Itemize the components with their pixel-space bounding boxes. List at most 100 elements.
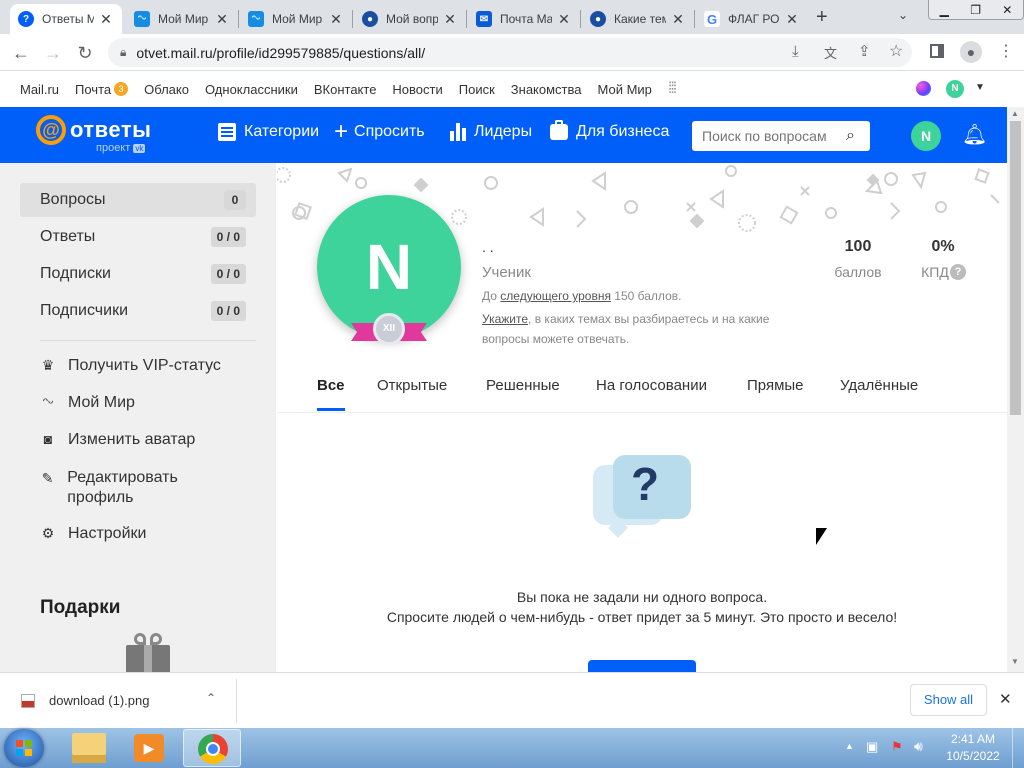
mouse-cursor-icon bbox=[816, 528, 827, 545]
portal-link-ok[interactable]: Одноклассники bbox=[205, 82, 298, 97]
sidebar-item-subscribers[interactable]: Подписчики 0 / 0 bbox=[20, 294, 256, 328]
scrollbar-thumb[interactable] bbox=[1010, 121, 1021, 415]
action-center-flag-icon[interactable]: ⚑ bbox=[891, 739, 903, 755]
tab-divider bbox=[580, 10, 581, 28]
browser-tab-flag[interactable]: G ФЛАГ РОССИИ ✕ bbox=[696, 4, 808, 34]
portal-link-dating[interactable]: Знакомства bbox=[511, 82, 582, 97]
browser-tab-kakie-temy[interactable]: ● Какие темы ✕ bbox=[582, 4, 694, 34]
file-explorer-folder-icon[interactable] bbox=[72, 733, 106, 763]
sidebar-item-answers[interactable]: Ответы 0 / 0 bbox=[20, 220, 256, 254]
tab-search-chevron-icon[interactable]: ⌄ bbox=[898, 8, 908, 22]
ask-question-button[interactable] bbox=[588, 660, 696, 672]
clock-date[interactable]: 10/5/2022 bbox=[940, 749, 1006, 763]
tab-solved[interactable]: Решенные bbox=[486, 377, 560, 394]
sidebar-item-questions[interactable]: Вопросы 0 bbox=[20, 183, 256, 217]
close-icon[interactable]: ✕ bbox=[98, 11, 114, 28]
minimize-icon[interactable]: ▁ bbox=[940, 3, 949, 17]
portal-link-search[interactable]: Поиск bbox=[459, 82, 495, 97]
sidebar-item-count: 0 bbox=[224, 190, 246, 210]
new-tab-plus-icon[interactable]: + bbox=[816, 6, 828, 29]
tab-open[interactable]: Открытые bbox=[377, 377, 447, 394]
show-desktop-button[interactable] bbox=[1012, 728, 1024, 768]
browser-tab-moi-vopros[interactable]: ● Мой вопрос ✕ bbox=[354, 4, 466, 34]
chevron-down-icon[interactable]: ▼ bbox=[975, 82, 985, 93]
translate-icon[interactable]: 文 bbox=[824, 43, 837, 62]
volume-icon[interactable]: 🔊︎ bbox=[914, 738, 923, 755]
nav-business[interactable]: Для бизнеса bbox=[550, 120, 669, 141]
show-hidden-icons-icon[interactable]: ▲ bbox=[845, 741, 854, 751]
network-icon[interactable]: ▣ bbox=[866, 739, 878, 755]
profile-icon[interactable]: ● bbox=[960, 41, 982, 63]
start-windows-icon[interactable] bbox=[4, 729, 44, 767]
specify-link[interactable]: Укажите bbox=[482, 312, 528, 326]
otvety-favicon-icon: ? bbox=[18, 11, 34, 27]
close-icon[interactable]: ✕ bbox=[999, 690, 1012, 708]
chrome-taskbar-button[interactable] bbox=[183, 729, 241, 767]
portal-link-news[interactable]: Новости bbox=[392, 82, 442, 97]
side-panel-icon[interactable] bbox=[930, 44, 944, 58]
action-settings[interactable]: ⚙ Настройки bbox=[40, 525, 147, 543]
camera-icon: ◙ bbox=[43, 431, 53, 447]
nav-label: Спросить bbox=[354, 123, 425, 140]
gift-box-icon[interactable] bbox=[126, 633, 170, 672]
browser-tab-moi-mir-2[interactable]: ᵔᵕ Мой Мир ✕ bbox=[240, 4, 352, 34]
show-all-button[interactable]: Show all bbox=[910, 684, 987, 716]
logo-text[interactable]: ответы bbox=[70, 117, 151, 143]
portal-link-moi-mir[interactable]: Мой Мир bbox=[598, 82, 652, 97]
search-input[interactable] bbox=[702, 128, 842, 144]
portal-avatar[interactable]: N bbox=[946, 80, 964, 98]
search-icon[interactable]: ⌕ bbox=[846, 127, 855, 145]
help-icon[interactable]: ? bbox=[950, 264, 966, 280]
apps-grid-icon[interactable]: ⁞⁞⁞ bbox=[668, 80, 677, 98]
back-arrow-icon[interactable]: ← bbox=[8, 40, 34, 66]
next-level-link[interactable]: следующего уровня bbox=[500, 289, 611, 303]
scroll-down-arrow-icon[interactable]: ▼ bbox=[1011, 657, 1019, 666]
bookmark-star-icon[interactable]: ☆ bbox=[889, 41, 903, 61]
menu-kebab-icon[interactable]: ⋮ bbox=[998, 41, 1014, 61]
clock-time[interactable]: 2:41 AM bbox=[940, 732, 1006, 746]
share-icon[interactable]: ⇪ bbox=[858, 42, 871, 60]
browser-tab-otvety[interactable]: ? Ответы Mail.ru ✕ bbox=[10, 4, 122, 34]
close-icon[interactable]: ✕ bbox=[670, 11, 686, 28]
install-app-icon[interactable]: ⤓ bbox=[792, 43, 799, 60]
points-value: 100 bbox=[844, 238, 872, 255]
close-window-icon[interactable]: ✕ bbox=[1002, 3, 1012, 17]
tab-all[interactable]: Все bbox=[317, 377, 345, 394]
chevron-up-icon[interactable]: ⌃ bbox=[206, 691, 216, 705]
media-player-icon[interactable]: ▶ bbox=[134, 734, 164, 762]
nav-leaders[interactable]: Лидеры bbox=[450, 123, 532, 141]
close-icon[interactable]: ✕ bbox=[214, 11, 230, 28]
marusia-assistant-icon[interactable] bbox=[916, 81, 931, 96]
close-icon[interactable]: ✕ bbox=[328, 11, 344, 28]
portal-link-vk[interactable]: ВКонтакте bbox=[314, 82, 377, 97]
header-avatar[interactable]: N bbox=[911, 121, 941, 151]
forward-arrow-icon[interactable]: → bbox=[40, 40, 66, 66]
restore-icon[interactable]: ❐ bbox=[970, 3, 981, 17]
browser-tab-pochta[interactable]: ✉ Почта Mail.ru ✕ bbox=[468, 4, 580, 34]
action-edit-profile[interactable]: ✎ Редактировать профиль bbox=[40, 468, 240, 508]
action-label: Получить VIP-статус bbox=[68, 357, 221, 374]
tab-deleted[interactable]: Удалённые bbox=[840, 377, 918, 394]
action-change-avatar[interactable]: ◙ Изменить аватар bbox=[40, 431, 196, 449]
sidebar-item-subscriptions[interactable]: Подписки 0 / 0 bbox=[20, 257, 256, 291]
scroll-up-arrow-icon[interactable]: ▲ bbox=[1011, 109, 1019, 118]
tab-direct[interactable]: Прямые bbox=[747, 377, 804, 394]
browser-tab-moi-mir[interactable]: ᵔᵕ Мой Мир ✕ bbox=[126, 4, 238, 34]
action-get-vip[interactable]: ♛ Получить VIP-статус bbox=[40, 357, 221, 375]
close-icon[interactable]: ✕ bbox=[442, 11, 458, 28]
browser-tab-strip: ? Ответы Mail.ru ✕ ᵔᵕ Мой Мир ✕ ᵔᵕ Мой М… bbox=[0, 0, 1024, 34]
portal-link-mailru[interactable]: Mail.ru bbox=[20, 82, 59, 97]
nav-categories[interactable]: Категории bbox=[218, 123, 319, 141]
page-scrollbar[interactable]: ▲ ▼ bbox=[1007, 107, 1024, 672]
nav-ask[interactable]: + Спросить bbox=[334, 120, 425, 144]
tab-voting[interactable]: На голосовании bbox=[596, 377, 707, 394]
action-moi-mir[interactable]: ᵔᵕ Мой Мир bbox=[40, 394, 135, 412]
download-filename[interactable]: download (1).png bbox=[49, 693, 149, 708]
reload-icon[interactable]: ↻ bbox=[72, 40, 98, 66]
bell-icon[interactable]: 🔔︎ bbox=[962, 122, 987, 147]
portal-link-pochta[interactable]: Почта 3 bbox=[75, 82, 129, 97]
close-icon[interactable]: ✕ bbox=[784, 11, 800, 28]
close-icon[interactable]: ✕ bbox=[556, 11, 572, 28]
otvety-logo-icon[interactable]: @ bbox=[36, 115, 66, 145]
portal-link-oblako[interactable]: Облако bbox=[144, 82, 189, 97]
